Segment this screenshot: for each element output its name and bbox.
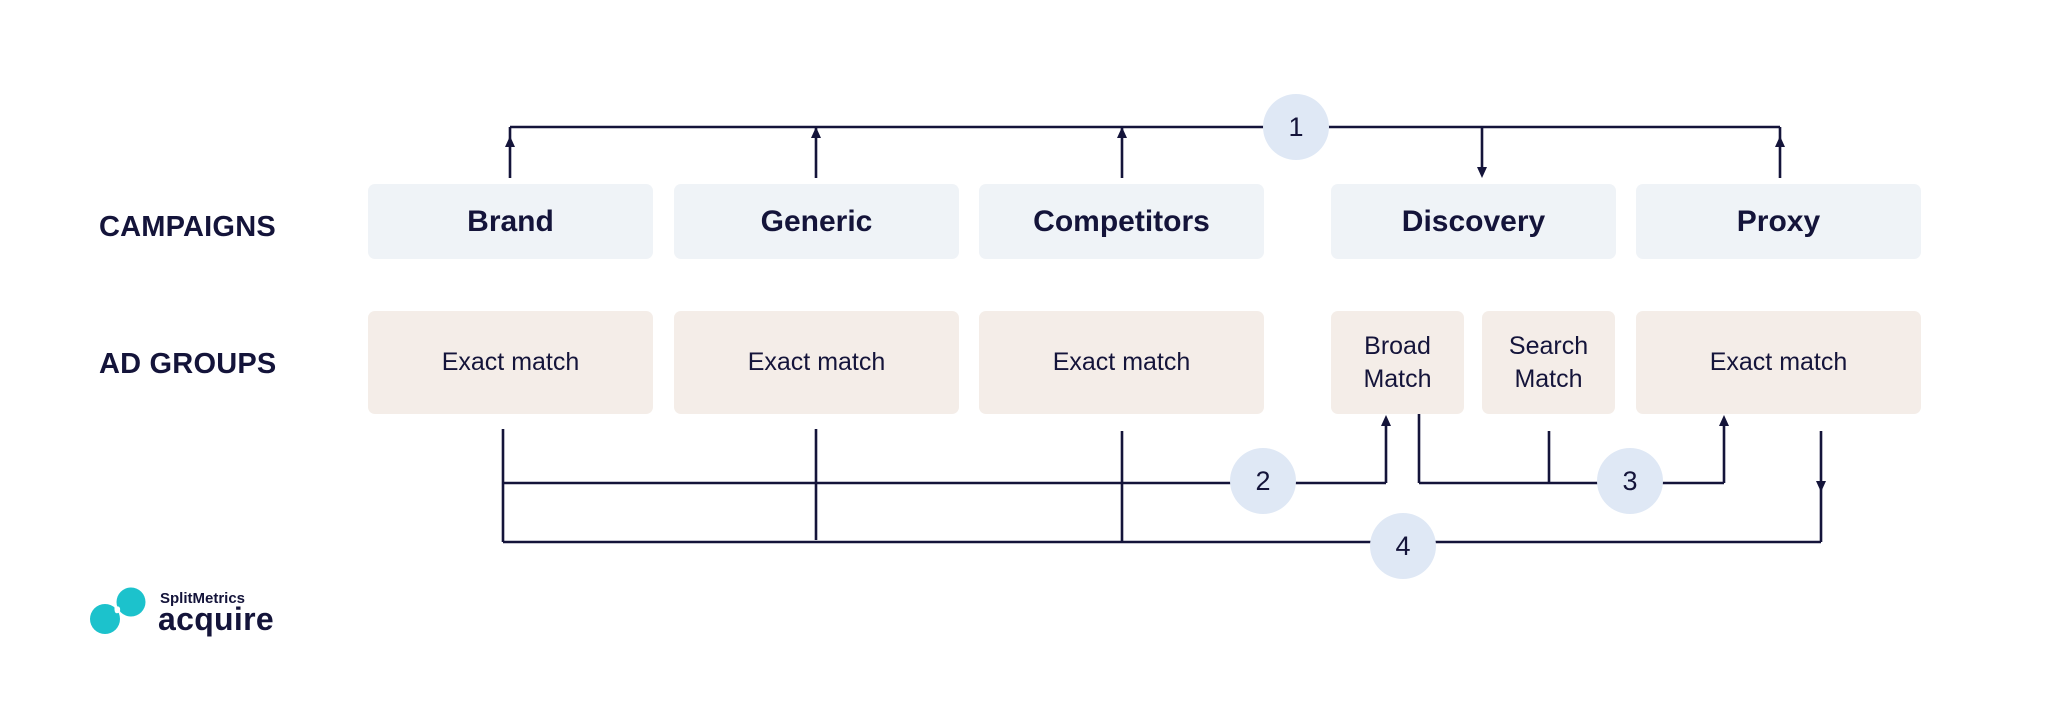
step-badge-2: 2: [1230, 448, 1296, 514]
logo-mark-icon: [90, 587, 146, 634]
campaigns-row-label: CAMPAIGNS: [99, 211, 276, 243]
arrowhead-up-brand: [505, 136, 515, 147]
ad-group-generic-exact: Exact match: [674, 311, 959, 414]
ad-group-discovery-search: Search Match: [1482, 311, 1615, 414]
arrowhead-up-competitors: [1117, 127, 1127, 138]
ad-groups-row-label: AD GROUPS: [99, 348, 277, 380]
step-badge-3: 3: [1597, 448, 1663, 514]
campaign-discovery: Discovery: [1331, 184, 1616, 259]
campaign-proxy: Proxy: [1636, 184, 1921, 259]
arrowhead-up-proxy-exact: [1719, 415, 1729, 426]
arrowhead-up-broad: [1381, 415, 1391, 426]
campaign-generic: Generic: [674, 184, 959, 259]
ad-group-brand-exact: Exact match: [368, 311, 653, 414]
splitmetrics-acquire-logo: SplitMetrics acquire: [90, 585, 310, 645]
campaign-competitors: Competitors: [979, 184, 1264, 259]
arrowhead-up-generic: [811, 127, 821, 138]
campaign-brand: Brand: [368, 184, 653, 259]
ad-group-discovery-broad: Broad Match: [1331, 311, 1464, 414]
arrowhead-down-discovery: [1477, 167, 1487, 178]
ad-group-proxy-exact: Exact match: [1636, 311, 1921, 414]
arrowhead-down-flow-4: [1816, 481, 1826, 492]
logo-product-text: acquire: [158, 601, 274, 637]
step-badge-4: 4: [1370, 513, 1436, 579]
arrowhead-up-proxy: [1775, 136, 1785, 147]
ad-group-competitors-exact: Exact match: [979, 311, 1264, 414]
step-badge-1: 1: [1263, 94, 1329, 160]
